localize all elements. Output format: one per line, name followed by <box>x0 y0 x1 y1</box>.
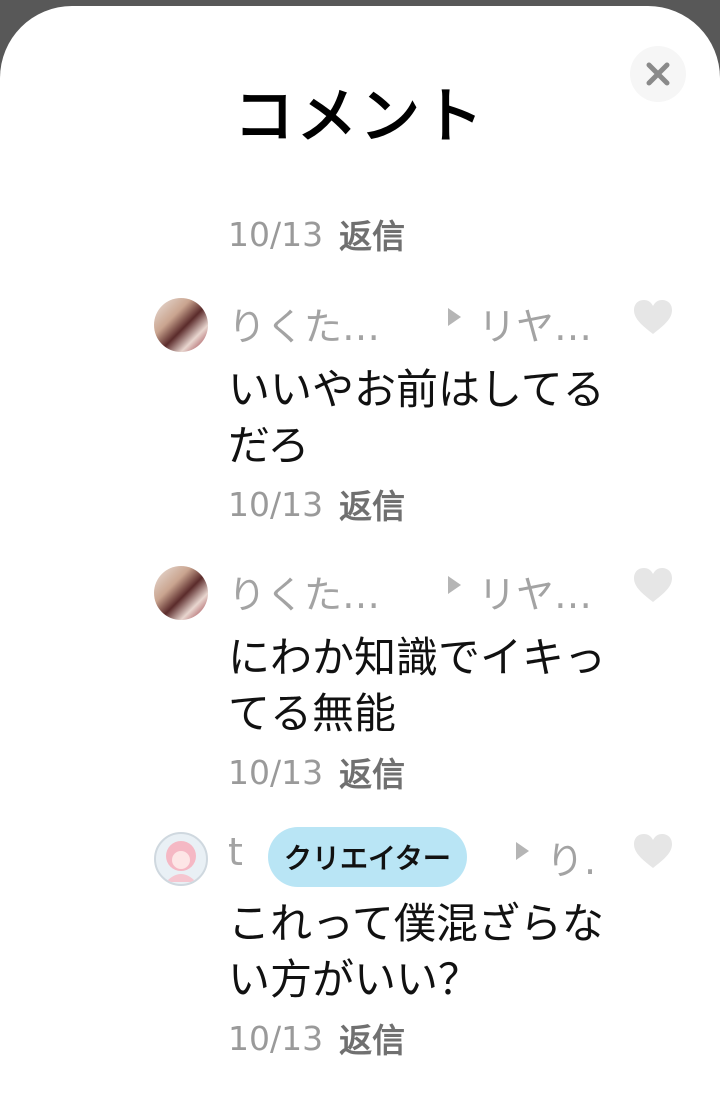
reply-arrow-icon <box>448 308 461 326</box>
comment-text: にわか知識でイキってる無能 <box>228 633 607 738</box>
heart-icon[interactable] <box>632 832 674 870</box>
comment-text: これって僕混ざらない方がいい？ <box>228 899 604 1004</box>
comment-date: 10/13 <box>228 1018 324 1058</box>
reply-button[interactable]: 返信 <box>339 210 405 258</box>
comments-sheet: コメント 10/13 返信 りくた… リヤ… いいやお前はしてるだろ 10/13… <box>0 6 720 1106</box>
close-icon <box>646 62 670 86</box>
avatar-illustration <box>166 841 196 882</box>
sheet-title: コメント <box>234 82 486 152</box>
comment-meta: 10/13 返信 <box>228 1014 405 1062</box>
reply-button[interactable]: 返信 <box>339 480 405 528</box>
comment-text: いいやお前はしてるだろ <box>228 365 605 470</box>
heart-icon[interactable] <box>632 298 674 336</box>
creator-badge: クリエイター <box>268 827 467 887</box>
reply-arrow-icon <box>516 842 529 860</box>
comment-header: t クリエイター り. <box>228 827 613 887</box>
heart-icon[interactable] <box>632 566 674 604</box>
reply-target-name[interactable]: リヤ… <box>478 564 592 619</box>
comment-meta: 10/13 返信 <box>228 480 405 528</box>
reply-target-name[interactable]: り. <box>546 830 596 885</box>
reply-target-name[interactable]: リヤ… <box>478 296 592 351</box>
comment-header: りくた… リヤ… <box>228 296 613 351</box>
avatar[interactable] <box>154 298 208 352</box>
author-name[interactable]: りくた… <box>228 296 380 351</box>
comment-date: 10/13 <box>228 484 324 524</box>
comment-date: 10/13 <box>228 752 324 792</box>
avatar[interactable] <box>154 566 208 620</box>
reply-button[interactable]: 返信 <box>339 748 405 796</box>
comment-meta: 10/13 返信 <box>228 210 405 258</box>
comment-meta: 10/13 返信 <box>228 748 405 796</box>
comment-header: りくた… リヤ… <box>228 564 613 619</box>
author-name[interactable]: りくた… <box>228 564 380 619</box>
reply-arrow-icon <box>448 576 461 594</box>
reply-button[interactable]: 返信 <box>339 1014 405 1062</box>
author-name[interactable]: t <box>228 830 243 874</box>
close-button[interactable] <box>630 46 686 102</box>
avatar[interactable] <box>154 832 208 886</box>
comment-date: 10/13 <box>228 214 324 254</box>
